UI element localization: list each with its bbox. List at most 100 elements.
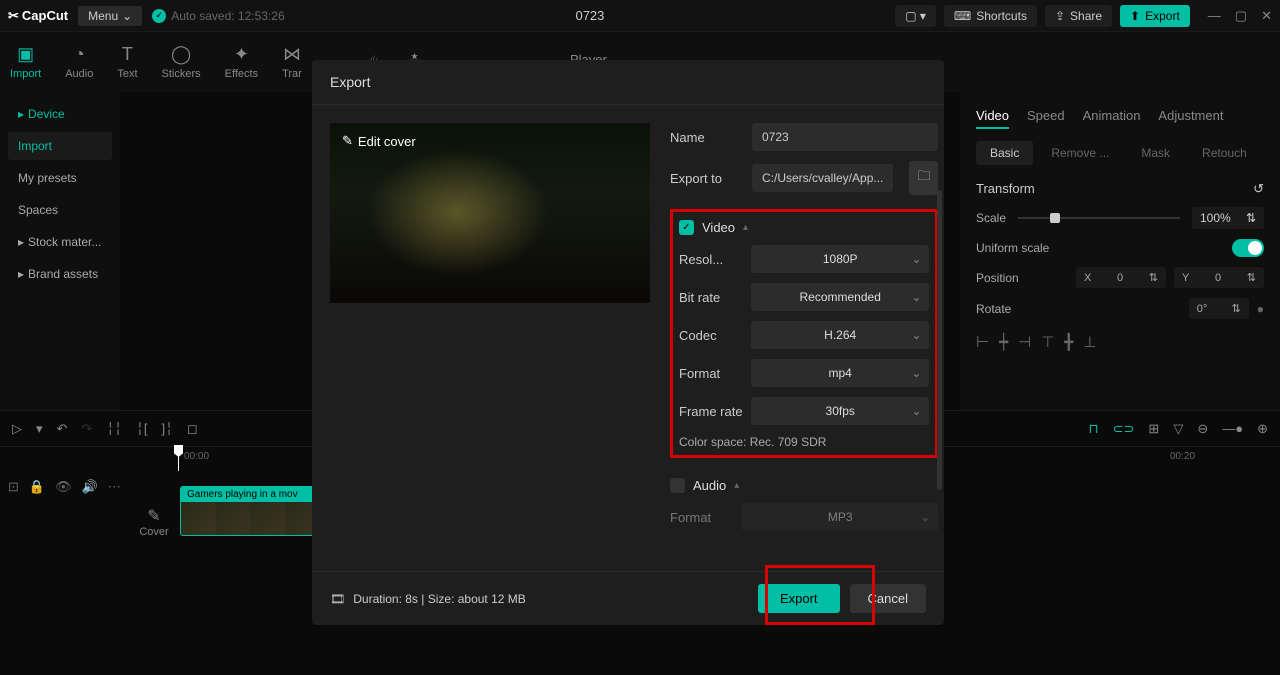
eye-icon[interactable]: 👁 — [55, 479, 72, 495]
subtab-remove[interactable]: Remove ... — [1037, 141, 1123, 165]
bitrate-label: Bit rate — [679, 290, 751, 305]
tab-audio[interactable]: ◔Audio — [65, 44, 93, 80]
scale-value[interactable]: 100%⇅ — [1192, 207, 1264, 229]
stickers-icon: ◯ — [171, 44, 191, 65]
more-icon[interactable]: ⋯ — [108, 479, 121, 495]
minimize-icon[interactable]: — — [1208, 8, 1221, 24]
link-icon[interactable]: ⊂⊃ — [1113, 421, 1135, 437]
uniform-label: Uniform scale — [976, 241, 1049, 255]
tab-text[interactable]: TText — [117, 44, 137, 80]
codec-select[interactable]: H.264 — [751, 321, 929, 349]
tab-transitions[interactable]: ⋈Trar — [282, 44, 302, 80]
colorspace-info: Color space: Rec. 709 SDR — [679, 435, 929, 449]
cursor-dropdown-icon[interactable]: ▾ — [36, 421, 43, 437]
align-right-icon[interactable]: ⊣ — [1018, 333, 1031, 351]
export-confirm-button[interactable]: Export — [758, 584, 840, 613]
video-checkbox[interactable]: ✓ — [679, 220, 694, 235]
effects-icon: ✦ — [234, 44, 249, 65]
lock-icon[interactable]: 🔒 — [29, 479, 45, 495]
tab-import[interactable]: ▣Import — [10, 44, 41, 80]
crop-icon[interactable]: ◻ — [187, 421, 198, 437]
export-info: 🎞 Duration: 8s | Size: about 12 MB — [330, 592, 526, 606]
scale-slider[interactable] — [1018, 217, 1180, 219]
scrollbar[interactable] — [937, 190, 942, 490]
playhead[interactable] — [178, 447, 179, 471]
cover-preview: ✎Edit cover — [330, 123, 650, 303]
redo-icon[interactable]: ↷ — [81, 421, 92, 437]
menu-button[interactable]: Menu ⌄ — [78, 6, 142, 26]
sidebar-device[interactable]: ▸ Device — [8, 100, 112, 128]
uniform-toggle[interactable] — [1232, 239, 1264, 257]
highlight-box-video: ✓ Video ▴ Resol... 1080P Bit rate Recomm… — [670, 209, 938, 458]
audio-checkbox[interactable] — [670, 478, 685, 493]
video-section-header[interactable]: ✓ Video ▴ — [679, 220, 929, 235]
sidebar-presets[interactable]: My presets — [8, 164, 112, 192]
timeline-clip[interactable]: Gamers playing in a mov — [180, 486, 320, 536]
align-top-icon[interactable]: ⊤ — [1041, 333, 1054, 351]
cover-button[interactable]: ✎ Cover — [134, 506, 174, 538]
position-x[interactable]: X0⇅ — [1076, 267, 1166, 288]
topbar-export-button[interactable]: ⬆ Export — [1120, 5, 1190, 27]
mute-icon[interactable]: 🔊 — [82, 479, 98, 495]
share-button[interactable]: ⇪ Share — [1045, 5, 1112, 27]
cursor-tool-icon[interactable]: ▷ — [12, 421, 22, 437]
edit-cover-button[interactable]: ✎Edit cover — [342, 133, 416, 149]
export-path[interactable]: C:/Users/cvalley/App... — [752, 164, 893, 192]
shortcuts-button[interactable]: ⌨ Shortcuts — [944, 5, 1037, 27]
split-icon[interactable]: ╎╎ — [106, 421, 122, 437]
properties-panel: Video Speed Animation Adjustment Basic R… — [960, 92, 1280, 410]
magnet-icon[interactable]: ⊓ — [1088, 421, 1098, 437]
subtab-mask[interactable]: Mask — [1127, 141, 1184, 165]
sidebar-import[interactable]: Import — [8, 132, 112, 160]
resolution-select[interactable]: 1080P — [751, 245, 929, 273]
app-logo: ✂ CapCut — [8, 8, 68, 24]
reset-icon[interactable]: ↺ — [1253, 181, 1264, 197]
prop-tab-video[interactable]: Video — [976, 104, 1009, 129]
chevron-down-icon: ⌄ — [122, 9, 132, 23]
maximize-icon[interactable]: ▢ — [1235, 8, 1247, 24]
framerate-label: Frame rate — [679, 404, 751, 419]
tab-effects[interactable]: ✦Effects — [225, 44, 258, 80]
align-hcenter-icon[interactable]: ┿ — [999, 333, 1008, 351]
subtab-retouch[interactable]: Retouch — [1188, 141, 1261, 165]
transform-heading: Transform — [976, 181, 1035, 197]
position-label: Position — [976, 271, 1019, 285]
split-right-icon[interactable]: ]╎ — [161, 421, 172, 437]
audio-icon: ◔ — [74, 44, 85, 65]
format-select[interactable]: mp4 — [751, 359, 929, 387]
preview-icon[interactable]: ⊞ — [1148, 421, 1159, 437]
folder-icon: 🗀 — [917, 168, 930, 183]
marker-icon[interactable]: ▽ — [1173, 421, 1183, 437]
sidebar-brand[interactable]: ▸ Brand assets — [8, 260, 112, 288]
tab-stickers[interactable]: ◯Stickers — [162, 44, 201, 80]
zoom-out-icon[interactable]: ⊖ — [1197, 421, 1208, 437]
audio-section-header[interactable]: Audio ▴ — [670, 478, 938, 493]
cancel-button[interactable]: Cancel — [850, 584, 926, 613]
align-bottom-icon[interactable]: ⊥ — [1083, 333, 1096, 351]
prop-tab-adjustment[interactable]: Adjustment — [1158, 104, 1223, 129]
chevron-up-icon: ▴ — [734, 480, 739, 491]
zoom-slider-icon[interactable]: —● — [1222, 421, 1243, 436]
layout-button[interactable]: ▢ ▾ — [895, 5, 936, 27]
codec-label: Codec — [679, 328, 751, 343]
rotate-dial-icon[interactable]: ● — [1257, 302, 1264, 316]
subtab-basic[interactable]: Basic — [976, 141, 1033, 165]
split-left-icon[interactable]: ╎[ — [136, 421, 147, 437]
position-y[interactable]: Y0⇅ — [1174, 267, 1264, 288]
name-label: Name — [670, 130, 742, 145]
zoom-in-icon[interactable]: ⊕ — [1257, 421, 1268, 437]
align-left-icon[interactable]: ⊢ — [976, 333, 989, 351]
sidebar-stock[interactable]: ▸ Stock mater... — [8, 228, 112, 256]
align-vcenter-icon[interactable]: ╋ — [1064, 333, 1073, 351]
bitrate-select[interactable]: Recommended — [751, 283, 929, 311]
browse-folder-button[interactable]: 🗀 — [909, 161, 938, 195]
track-collapse-icon[interactable]: ⊡ — [8, 479, 19, 495]
prop-tab-speed[interactable]: Speed — [1027, 104, 1065, 129]
close-icon[interactable]: ✕ — [1261, 8, 1272, 24]
name-input[interactable]: 0723 — [752, 123, 938, 151]
framerate-select[interactable]: 30fps — [751, 397, 929, 425]
rotate-value[interactable]: 0°⇅ — [1189, 298, 1249, 319]
prop-tab-animation[interactable]: Animation — [1083, 104, 1141, 129]
undo-icon[interactable]: ↶ — [57, 421, 68, 437]
sidebar-spaces[interactable]: Spaces — [8, 196, 112, 224]
